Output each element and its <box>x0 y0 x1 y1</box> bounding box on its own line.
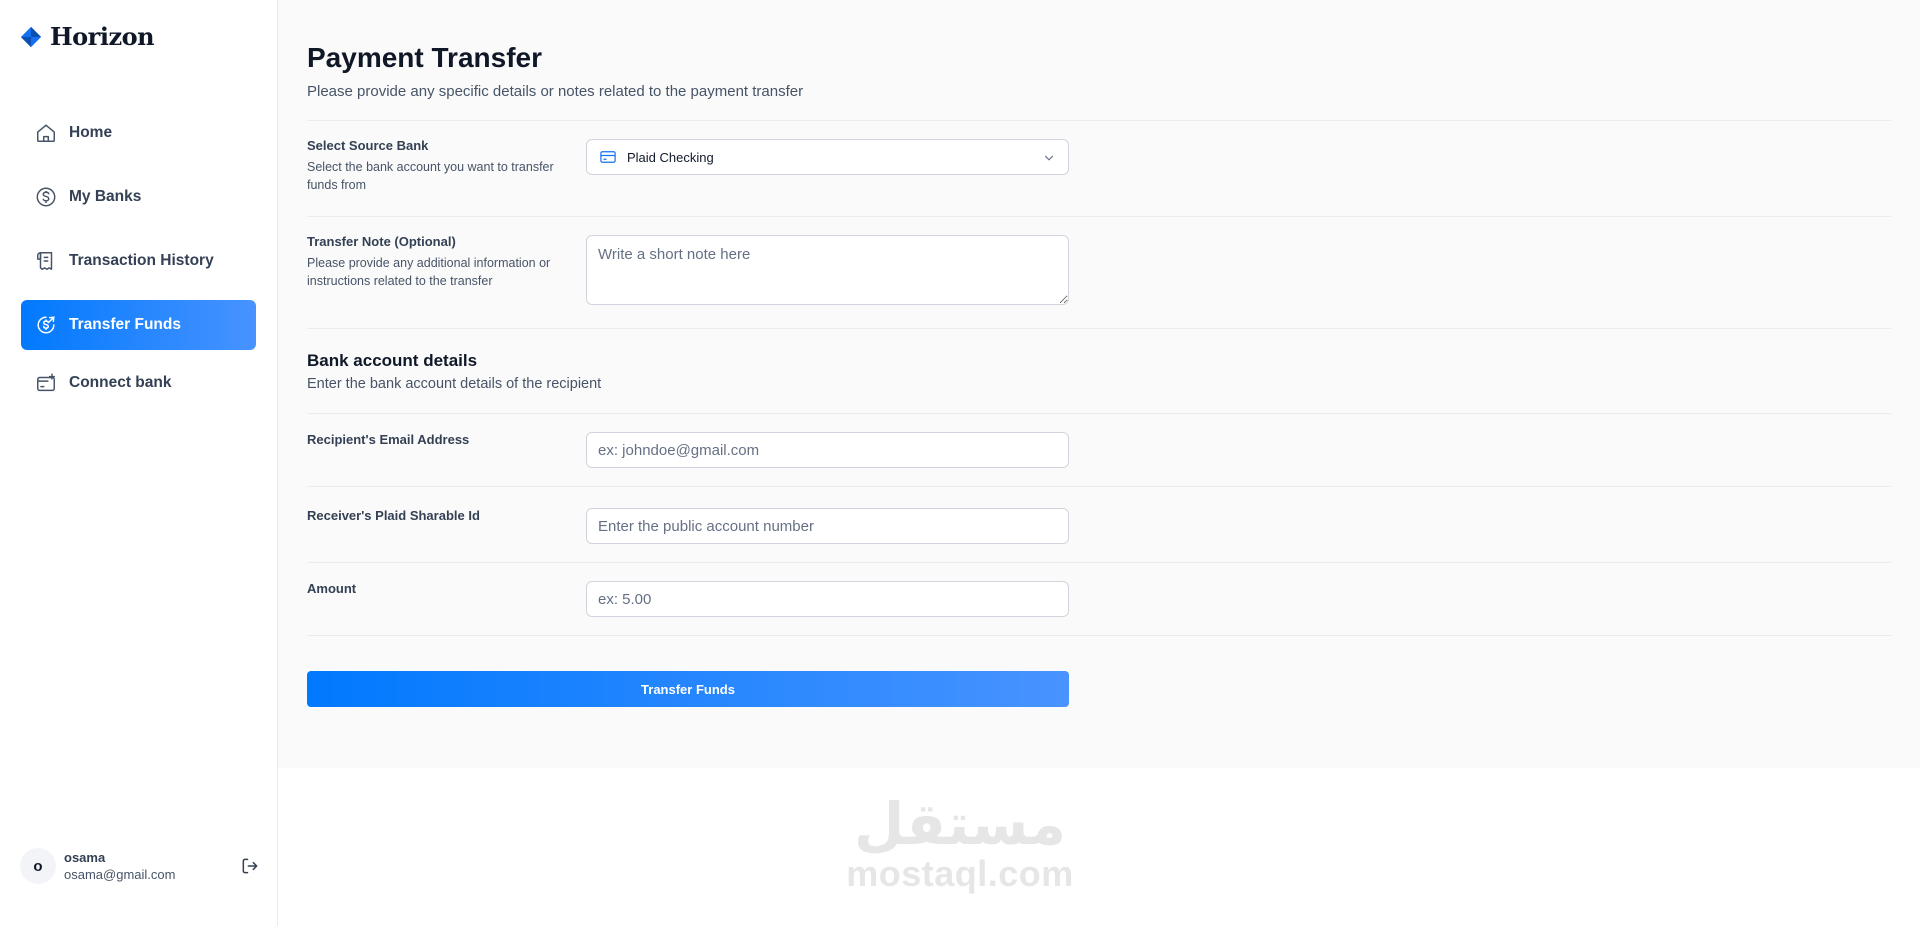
watermark-arabic-text: مستقل <box>853 790 1067 858</box>
horizon-logo-icon <box>20 26 42 47</box>
divider <box>307 120 1891 121</box>
transfer-funds-button[interactable]: Transfer Funds <box>307 671 1069 707</box>
user-footer: o osama osama@gmail.com <box>20 846 260 886</box>
divider <box>307 216 1891 217</box>
sidebar-item-label: Connect bank <box>69 374 172 391</box>
sidebar-item-transfer-funds[interactable]: Transfer Funds <box>21 300 256 350</box>
bank-details-subtitle: Enter the bank account details of the re… <box>307 376 602 392</box>
sidebar-item-connect-bank[interactable]: Connect bank <box>21 358 256 408</box>
source-bank-label: Select Source Bank <box>307 138 429 153</box>
divider <box>307 328 1891 329</box>
source-bank-description: Select the bank account you want to tran… <box>307 160 554 192</box>
logout-icon[interactable] <box>240 856 260 876</box>
sidebar-item-label: Home <box>69 124 113 141</box>
main-content: Payment Transfer Please provide any spec… <box>278 0 1920 768</box>
sharable-id-label: Receiver's Plaid Sharable Id <box>307 508 480 523</box>
bank-details-title: Bank account details <box>307 351 478 370</box>
home-icon <box>37 124 55 142</box>
app-logo[interactable]: Horizon <box>20 22 155 51</box>
transfer-note-label: Transfer Note (Optional) <box>307 234 456 249</box>
user-info: osama osama@gmail.com <box>64 849 175 883</box>
sidebar-item-my-banks[interactable]: My Banks <box>21 172 256 222</box>
sidebar-item-transaction-history[interactable]: Transaction History <box>21 236 256 286</box>
user-name: osama <box>64 850 106 865</box>
divider <box>307 562 1891 563</box>
sidebar-item-label: My Banks <box>69 188 142 205</box>
sidebar-item-label: Transfer Funds <box>69 316 181 333</box>
app-name: Horizon <box>50 22 155 51</box>
avatar[interactable]: o <box>20 848 56 884</box>
connect-bank-icon <box>37 373 55 392</box>
money-send-icon <box>37 316 55 334</box>
watermark-latin-text: mostaql.com <box>846 853 1074 894</box>
user-email: osama@gmail.com <box>64 867 176 882</box>
page-subtitle: Please provide any specific details or n… <box>307 83 804 100</box>
recipient-email-input[interactable] <box>586 432 1069 468</box>
chevron-down-icon <box>1044 155 1054 161</box>
credit-card-icon <box>600 151 616 163</box>
sidebar-item-home[interactable]: Home <box>21 108 256 158</box>
amount-input[interactable] <box>586 581 1069 617</box>
divider <box>307 486 1891 487</box>
amount-label: Amount <box>307 581 357 596</box>
dollar-circle-icon <box>36 187 56 207</box>
transfer-note-description: Please provide any additional informatio… <box>307 256 551 288</box>
source-bank-value: Plaid Checking <box>627 149 714 165</box>
receipt-icon <box>37 252 53 270</box>
divider <box>307 635 1891 636</box>
page-title: Payment Transfer <box>307 42 542 73</box>
sharable-id-input[interactable] <box>586 508 1069 544</box>
sidebar-item-label: Transaction History <box>69 252 214 269</box>
watermark: مستقل mostaql.com <box>840 792 1080 892</box>
transfer-note-input[interactable] <box>586 235 1069 305</box>
recipient-email-label: Recipient's Email Address <box>307 432 470 447</box>
divider <box>307 413 1891 414</box>
source-bank-select[interactable]: Plaid Checking <box>586 139 1069 175</box>
sidebar: Horizon Home My Banks Transaction Histor… <box>0 0 278 926</box>
